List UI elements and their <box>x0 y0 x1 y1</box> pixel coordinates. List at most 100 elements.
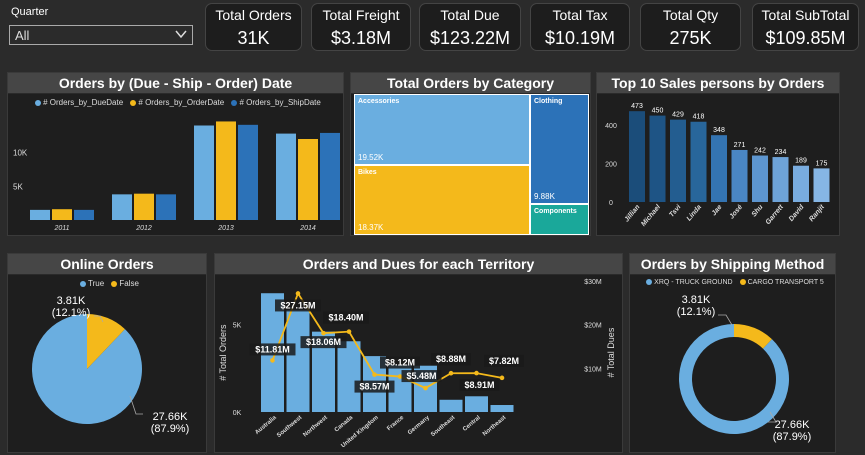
treemap-accessories[interactable]: Accessories 19.52K <box>354 94 530 165</box>
x-tick-label: Linda <box>686 204 703 223</box>
treemap-value: 18.37K <box>358 223 384 232</box>
x-tick-label: Ranjit <box>808 203 826 223</box>
kpi-total-tax: Total Tax $10.19M <box>530 3 630 51</box>
bar-2014-1 <box>298 139 318 220</box>
treemap-clothing[interactable]: Clothing 9.88K <box>530 94 589 204</box>
data-label: 271 <box>734 142 746 149</box>
kpi-total-subtotal: Total SubTotal $109.85M <box>752 3 859 51</box>
x-tick-label: 2013 <box>217 225 234 232</box>
kpi-total-due: Total Due $123.22M <box>419 3 521 51</box>
x-tick-label: Shu <box>751 203 765 218</box>
bar-Jillian <box>629 111 645 202</box>
data-label: 429 <box>672 112 684 119</box>
y-tick-label: $20M <box>584 323 602 330</box>
territory-panel: Orders and Dues for each Territory # Tot… <box>214 253 623 453</box>
x-tick-label: Germany <box>407 415 431 437</box>
kpi-total-qty: Total Qty 275K <box>640 3 741 51</box>
leader-line <box>718 314 733 326</box>
chevron-down-icon <box>174 27 188 46</box>
treemap-label: Accessories <box>358 98 400 105</box>
y-tick-label: $10M <box>584 366 602 373</box>
shipping-donut-chart: 3.81K(12.1%) 27.66K(87.9%) <box>677 294 812 443</box>
data-label: 242 <box>754 148 766 155</box>
bar-2011-0 <box>30 209 50 220</box>
legend-label: # Orders_by_OrderDate <box>138 98 225 107</box>
data-label: $11.81M <box>255 344 290 354</box>
territory-chart: # Total Orders 0K 5K $10M $20M $30M # Total Du… <box>218 279 616 449</box>
quarter-dropdown[interactable]: All <box>9 25 193 45</box>
legend-dot <box>80 280 87 287</box>
data-label: $5.48M <box>406 371 436 381</box>
dues-point-Southeast <box>448 370 454 376</box>
legend-label: XRQ - TRUCK GROUND <box>654 279 733 286</box>
dues-point-Canada <box>346 329 352 334</box>
y-tick-label: 0K <box>233 410 242 417</box>
legend-dot <box>739 279 746 286</box>
data-label: $8.91M <box>464 380 494 390</box>
data-label: 27.66K <box>775 419 811 431</box>
bar-2012-1 <box>134 193 154 220</box>
bar-Jae <box>711 135 727 202</box>
y-tick-label: 200 <box>605 162 617 169</box>
kpi-label: Total Freight <box>322 7 400 23</box>
bar-2013-0 <box>194 125 214 220</box>
kpi-label: Total Tax <box>552 7 608 23</box>
dues-point-Northwest <box>321 330 326 336</box>
treemap-bikes[interactable]: Bikes 18.37K <box>354 165 530 235</box>
data-label: $8.57M <box>359 382 389 392</box>
bar-2014-0 <box>276 133 296 220</box>
data-label: 175 <box>816 160 828 167</box>
legend-dot <box>130 99 137 106</box>
legend-label: False <box>119 279 139 288</box>
x-tick-label: Michael <box>640 203 663 228</box>
kpi-total-freight: Total Freight $3.18M <box>311 3 411 51</box>
shipping-legend: XRQ - TRUCK GROUND CARGO TRANSPORT 5 <box>630 279 835 286</box>
online-legend: True False <box>8 279 206 288</box>
quarter-label: Quarter <box>11 6 49 18</box>
x-tick-label: Northwest <box>302 415 328 438</box>
panel-title: Orders by (Due - Ship - Order) Date <box>8 73 343 94</box>
quarter-value: All <box>15 28 30 43</box>
x-tick-label: José <box>728 204 744 221</box>
data-label: 473 <box>631 103 643 110</box>
x-tick-label: Southwest <box>276 415 303 439</box>
x-tick-label: Jillian <box>623 204 641 224</box>
x-tick-label: Northeast <box>482 415 507 438</box>
data-label: 27.66K <box>153 411 189 423</box>
legend-dot <box>646 279 653 286</box>
bar-Ranjit <box>813 168 830 202</box>
data-label: $8.88M <box>436 354 466 364</box>
slice-XRQ - TRUCK GROUND <box>679 324 789 434</box>
panel-title: Total Orders by Category <box>351 73 590 94</box>
x-tick-label: Southeast <box>430 415 456 438</box>
treemap-components[interactable]: Components <box>530 204 589 235</box>
data-label: $18.40M <box>328 313 363 323</box>
bar-David <box>793 165 809 202</box>
kpi-value: $123.22M <box>429 28 511 48</box>
kpi-label: Total SubTotal <box>761 7 850 23</box>
treemap-value: 9.88K <box>534 192 555 201</box>
x-tick-label: 2011 <box>53 225 69 232</box>
online-pie-chart: 3.81K(12.1%) 27.66K(87.9%) <box>31 295 189 435</box>
kpi-total-orders: Total Orders 31K <box>205 3 302 51</box>
dates-panel: Orders by (Due - Ship - Order) Date # Or… <box>7 72 344 236</box>
kpi-label: Total Due <box>440 7 500 23</box>
data-label: $8.12M <box>385 358 415 368</box>
kpi-value: 31K <box>237 28 270 48</box>
x-tick-label: Central <box>462 415 482 433</box>
dues-point-Northeast <box>499 375 505 381</box>
dates-chart: 5K 10K 2011 2012 2013 2014 <box>13 121 340 232</box>
legend-label: # Orders_by_ShipDate <box>239 98 321 107</box>
kpi-value: $3.18M <box>330 28 392 48</box>
y-tick-label: 400 <box>605 123 617 130</box>
bar-Michael <box>649 115 666 202</box>
category-panel: Total Orders by Category Accessories 19.… <box>350 72 591 236</box>
panel-title: Orders by Shipping Method <box>630 254 835 275</box>
sales-chart: 0 200 400 473 Jillian 450 Michael 429 Tsvi 418 Lin… <box>605 103 830 228</box>
treemap-value: 19.52K <box>358 153 384 162</box>
data-label: 450 <box>652 108 664 115</box>
y-axis-title: # Total Orders <box>218 324 228 381</box>
data-label: (12.1%) <box>52 307 91 319</box>
bar-2011-2 <box>74 209 94 220</box>
data-label: 189 <box>795 158 807 165</box>
